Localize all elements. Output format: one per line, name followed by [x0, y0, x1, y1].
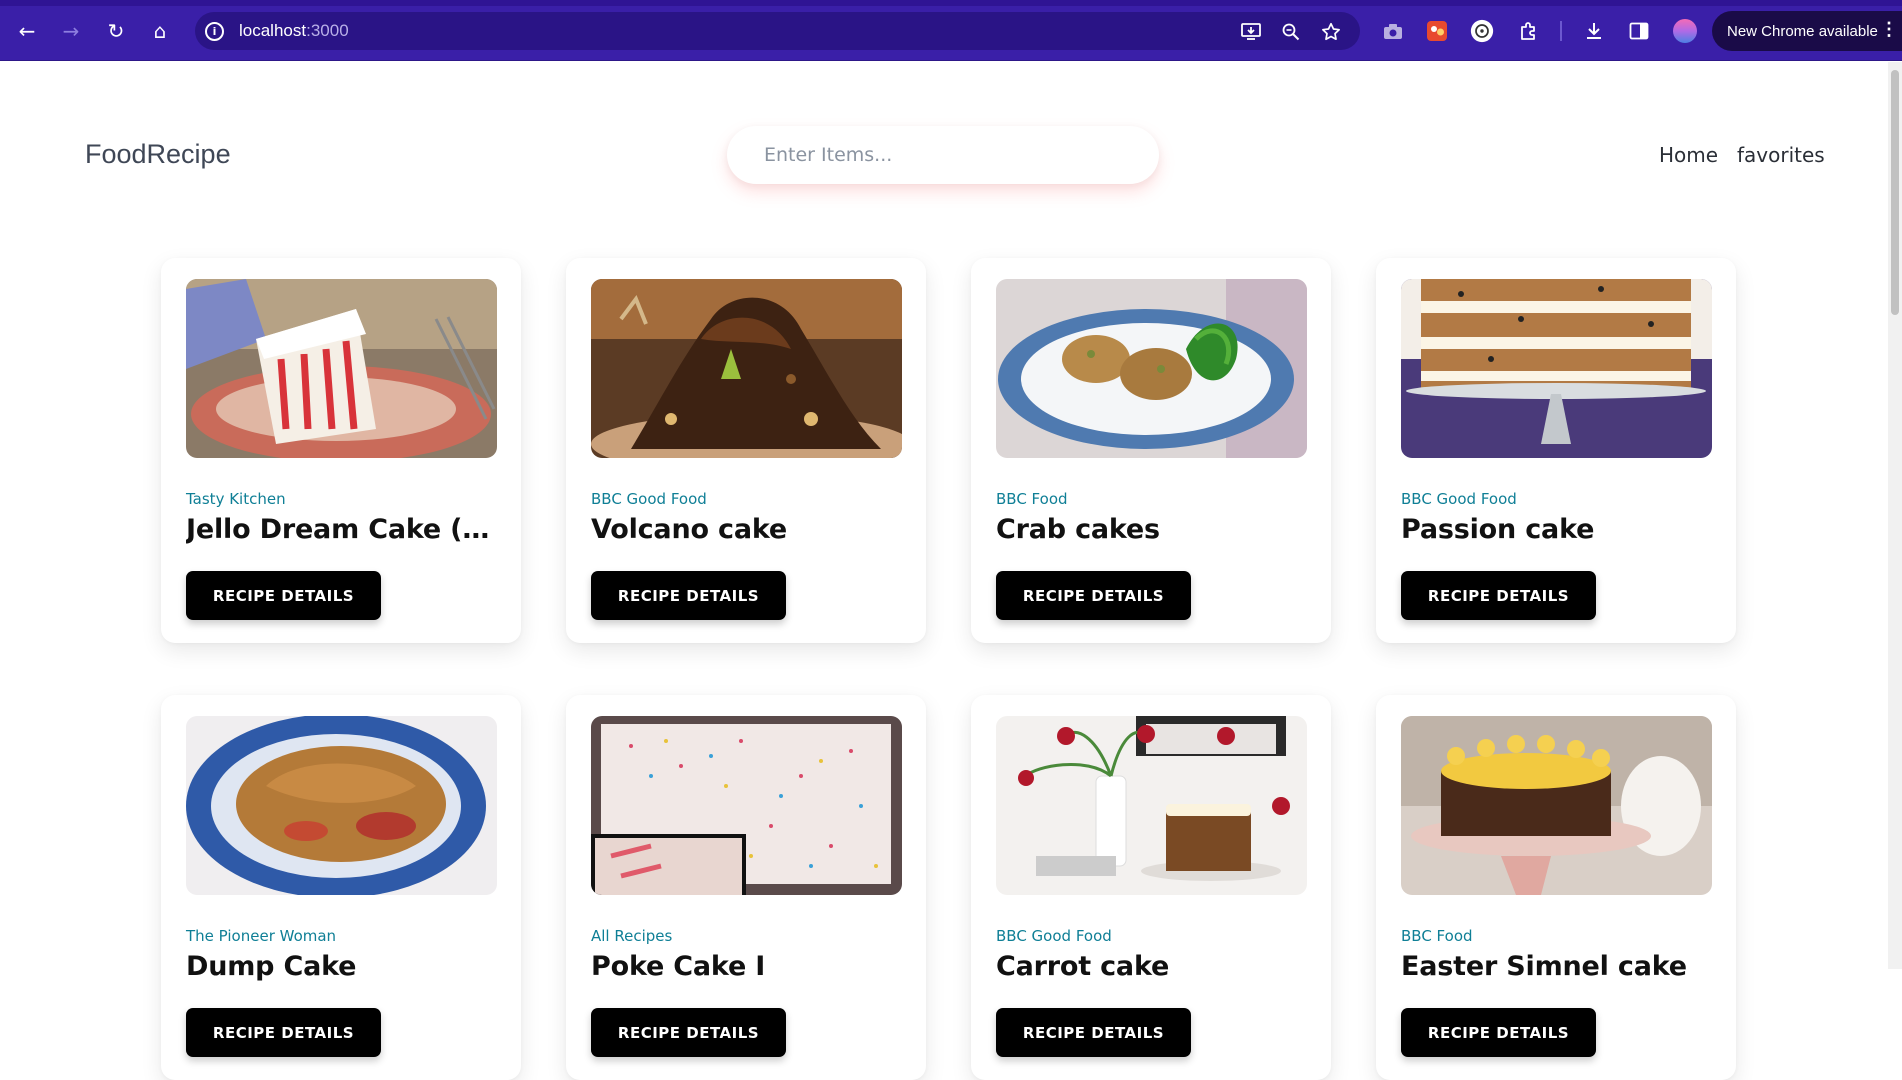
recipe-title: Poke Cake I [591, 951, 766, 982]
profile-avatar-icon[interactable] [1673, 19, 1697, 43]
recipe-card: BBC Good Food Passion cake RECIPE DETAIL… [1376, 258, 1736, 643]
chrome-update-button[interactable]: New Chrome available ⋮ [1712, 11, 1902, 51]
recipe-publisher: Tasty Kitchen [186, 490, 286, 508]
recipe-image[interactable] [591, 279, 902, 458]
recipe-image[interactable] [186, 716, 497, 895]
recipe-card: BBC Food Easter Simnel cake RECIPE DETAI… [1376, 695, 1736, 1080]
reload-icon[interactable]: ↻ [102, 17, 130, 45]
recipe-publisher: BBC Good Food [1401, 490, 1517, 508]
home-icon[interactable]: ⌂ [146, 17, 174, 45]
url-text[interactable]: localhost:3000 [239, 21, 349, 41]
recipe-details-button[interactable]: RECIPE DETAILS [996, 571, 1191, 620]
recipe-title: Easter Simnel cake [1401, 951, 1687, 982]
recipe-publisher: BBC Good Food [996, 927, 1112, 945]
recipe-image[interactable] [186, 279, 497, 458]
circle-extension-icon[interactable] [1470, 19, 1494, 43]
recipe-publisher: The Pioneer Woman [186, 927, 337, 945]
recipe-card: The Pioneer Woman Dump Cake RECIPE DETAI… [161, 695, 521, 1080]
recipe-publisher: BBC Food [1401, 927, 1473, 945]
recipe-title: Dump Cake [186, 951, 357, 982]
recipe-title: Carrot cake [996, 951, 1170, 982]
recipe-image[interactable] [591, 716, 902, 895]
recipe-details-button[interactable]: RECIPE DETAILS [591, 1008, 786, 1057]
recipe-card: BBC Good Food Volcano cake RECIPE DETAIL… [566, 258, 926, 643]
recipe-card: All Recipes Poke Cake I RECIPE DETAILS [566, 695, 926, 1080]
camera-extension-icon[interactable] [1381, 19, 1405, 43]
brand-logo[interactable]: FoodRecipe [85, 139, 231, 170]
recipe-title: Crab cakes [996, 514, 1160, 545]
recipe-image[interactable] [1401, 716, 1712, 895]
bookmark-star-icon[interactable] [1320, 21, 1342, 43]
recipe-image[interactable] [996, 279, 1307, 458]
browser-toolbar: ← → ↻ ⌂ i localhost:3000 New Chrome avai… [0, 0, 1902, 61]
recipe-details-button[interactable]: RECIPE DETAILS [1401, 571, 1596, 620]
recipe-card: BBC Good Food Carrot cake RECIPE DETAILS [971, 695, 1331, 1080]
recipe-title: Jello Dream Cake (Pok... [186, 514, 501, 545]
url-host: localhost [239, 21, 307, 40]
scrollbar-thumb[interactable] [1891, 70, 1899, 315]
zoom-icon[interactable] [1280, 21, 1302, 43]
recipe-title: Passion cake [1401, 514, 1595, 545]
chrome-menu-icon[interactable]: ⋮ [1880, 19, 1898, 40]
install-app-icon[interactable] [1240, 21, 1262, 43]
recipe-card: Tasty Kitchen Jello Dream Cake (Pok... R… [161, 258, 521, 643]
update-label: New Chrome available [1727, 22, 1878, 40]
recipe-details-button[interactable]: RECIPE DETAILS [591, 571, 786, 620]
site-info-icon[interactable]: i [205, 22, 224, 41]
recipe-image[interactable] [1401, 279, 1712, 458]
nav-home-link[interactable]: Home [1659, 143, 1718, 167]
forward-icon[interactable]: → [57, 17, 85, 45]
address-bar[interactable]: i localhost:3000 [195, 12, 1360, 50]
red-extension-icon[interactable] [1425, 19, 1449, 43]
recipe-title: Volcano cake [591, 514, 787, 545]
recipe-publisher: BBC Food [996, 490, 1068, 508]
toolbar-divider [1560, 21, 1562, 41]
recipe-publisher: BBC Good Food [591, 490, 707, 508]
url-port: :3000 [306, 21, 349, 40]
recipe-details-button[interactable]: RECIPE DETAILS [1401, 1008, 1596, 1057]
tab-strip-edge [0, 0, 1902, 6]
recipe-publisher: All Recipes [591, 927, 673, 945]
back-icon[interactable]: ← [13, 17, 41, 45]
side-panel-icon[interactable] [1627, 19, 1651, 43]
recipe-details-button[interactable]: RECIPE DETAILS [996, 1008, 1191, 1057]
download-icon[interactable] [1582, 19, 1606, 43]
recipe-image[interactable] [996, 716, 1307, 895]
recipe-card: BBC Food Crab cakes RECIPE DETAILS [971, 258, 1331, 643]
recipe-details-button[interactable]: RECIPE DETAILS [186, 571, 381, 620]
extensions-puzzle-icon[interactable] [1517, 19, 1541, 43]
page-content: FoodRecipe Home favorites Tasty Kitchen [0, 62, 1902, 1080]
recipe-details-button[interactable]: RECIPE DETAILS [186, 1008, 381, 1057]
page-scrollbar[interactable] [1888, 62, 1902, 969]
search-input[interactable] [727, 126, 1159, 184]
nav-favorites-link[interactable]: favorites [1737, 143, 1825, 167]
